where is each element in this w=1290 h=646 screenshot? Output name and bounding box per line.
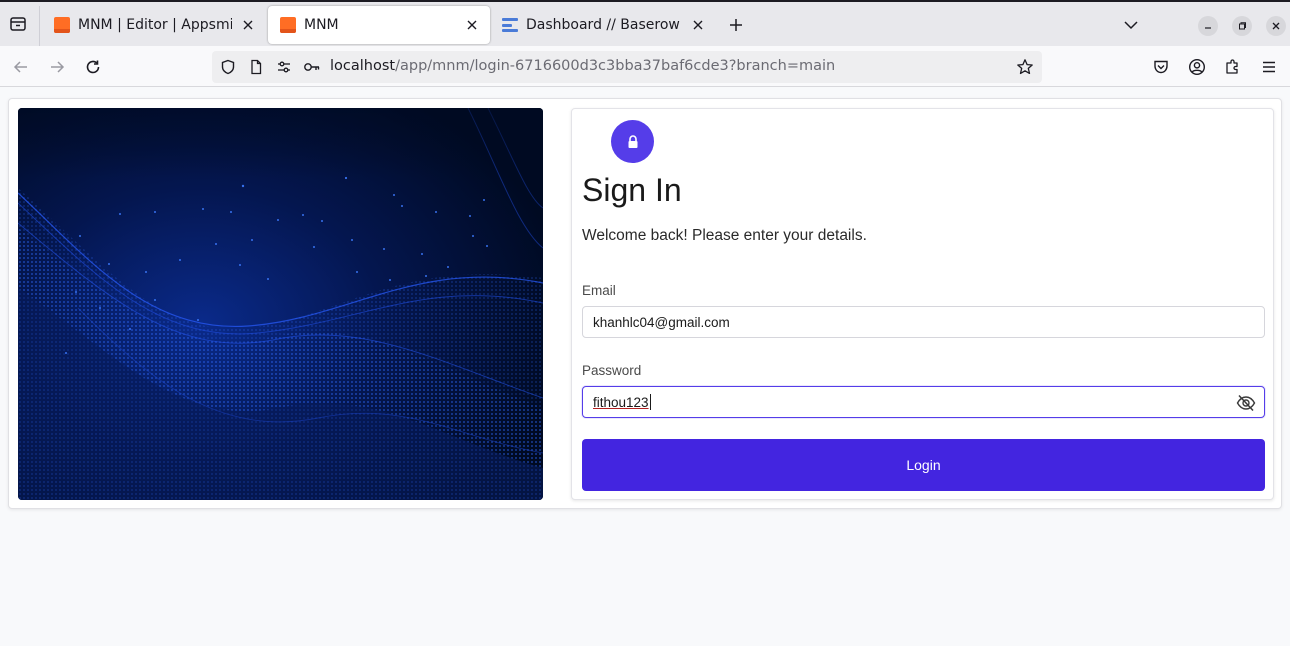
minimize-button[interactable] [1198,16,1218,36]
tab-strip: MNM | Editor | Appsmith MNM Dashboard //… [0,0,1290,46]
list-all-tabs-button[interactable] [1122,16,1140,34]
sign-in-title: Sign In [582,172,682,208]
hero-image [18,108,543,500]
plus-icon [730,19,742,31]
account-icon [1188,58,1206,76]
close-icon[interactable] [464,17,480,33]
navigation-bar: localhost/app/mnm/login-6716600d3c3bba37… [0,46,1290,87]
arrow-right-icon [51,61,65,73]
restore-icon [1239,22,1246,30]
puzzle-icon [1226,59,1238,74]
tab-mnm[interactable]: MNM [268,6,490,44]
sign-in-card: Sign In Welcome back! Please enter your … [571,108,1274,500]
lock-icon [628,134,637,148]
chevron-down-icon [1124,21,1138,30]
menu-button[interactable] [1258,56,1280,78]
reload-button[interactable] [82,56,104,78]
tab-appsmith-editor[interactable]: MNM | Editor | Appsmith [42,6,266,44]
tab-title: Dashboard // Baserow [526,17,680,33]
login-button[interactable]: Login [582,439,1265,491]
close-window-button[interactable] [1266,16,1286,36]
reload-icon [86,60,100,74]
page-icon[interactable] [247,58,265,76]
extensions-button[interactable] [1222,56,1244,78]
arrow-left-icon [13,61,27,73]
address-bar[interactable]: localhost/app/mnm/login-6716600d3c3bba37… [212,51,1042,83]
url-host: localhost [330,58,396,74]
tab-list-icon[interactable] [6,12,30,36]
close-icon [1272,22,1280,30]
restore-button[interactable] [1232,16,1252,36]
email-value: khanhlc04@gmail.com [593,314,730,330]
close-icon[interactable] [690,17,706,33]
close-icon[interactable] [240,17,256,33]
bookmark-star-icon[interactable] [1016,58,1034,76]
appsmith-orange-icon [54,17,70,33]
forward-button[interactable] [46,56,68,78]
pocket-button[interactable] [1150,56,1172,78]
back-button[interactable] [10,56,32,78]
sign-in-subtitle: Welcome back! Please enter your details. [582,227,867,244]
eye-off-icon[interactable] [1236,393,1256,413]
permissions-icon[interactable] [275,58,293,76]
url-text[interactable]: localhost/app/mnm/login-6716600d3c3bba37… [330,58,835,74]
shield-icon[interactable] [219,58,237,76]
minimize-icon [1205,27,1211,29]
tab-baserow-dashboard[interactable]: Dashboard // Baserow [490,6,716,44]
password-label: Password [582,363,642,378]
email-field[interactable]: khanhlc04@gmail.com [582,306,1265,338]
url-path: /app/mnm/login-6716600d3c3bba37baf6cde3?… [395,58,836,74]
key-icon[interactable] [303,58,321,76]
password-field[interactable]: fithou123 [582,386,1265,418]
account-button[interactable] [1186,56,1208,78]
hamburger-menu-icon [1263,61,1275,73]
pocket-icon [1154,60,1168,74]
tab-title: MNM [304,17,339,33]
new-tab-button[interactable] [726,15,746,35]
lock-badge [611,120,654,163]
appsmith-orange-icon [280,17,296,33]
tab-separator [39,6,40,46]
password-value: fithou123 [593,394,649,410]
email-label: Email [582,283,616,298]
tab-title: MNM | Editor | Appsmith [78,17,232,33]
text-caret [649,394,651,410]
baserow-icon [502,17,518,33]
